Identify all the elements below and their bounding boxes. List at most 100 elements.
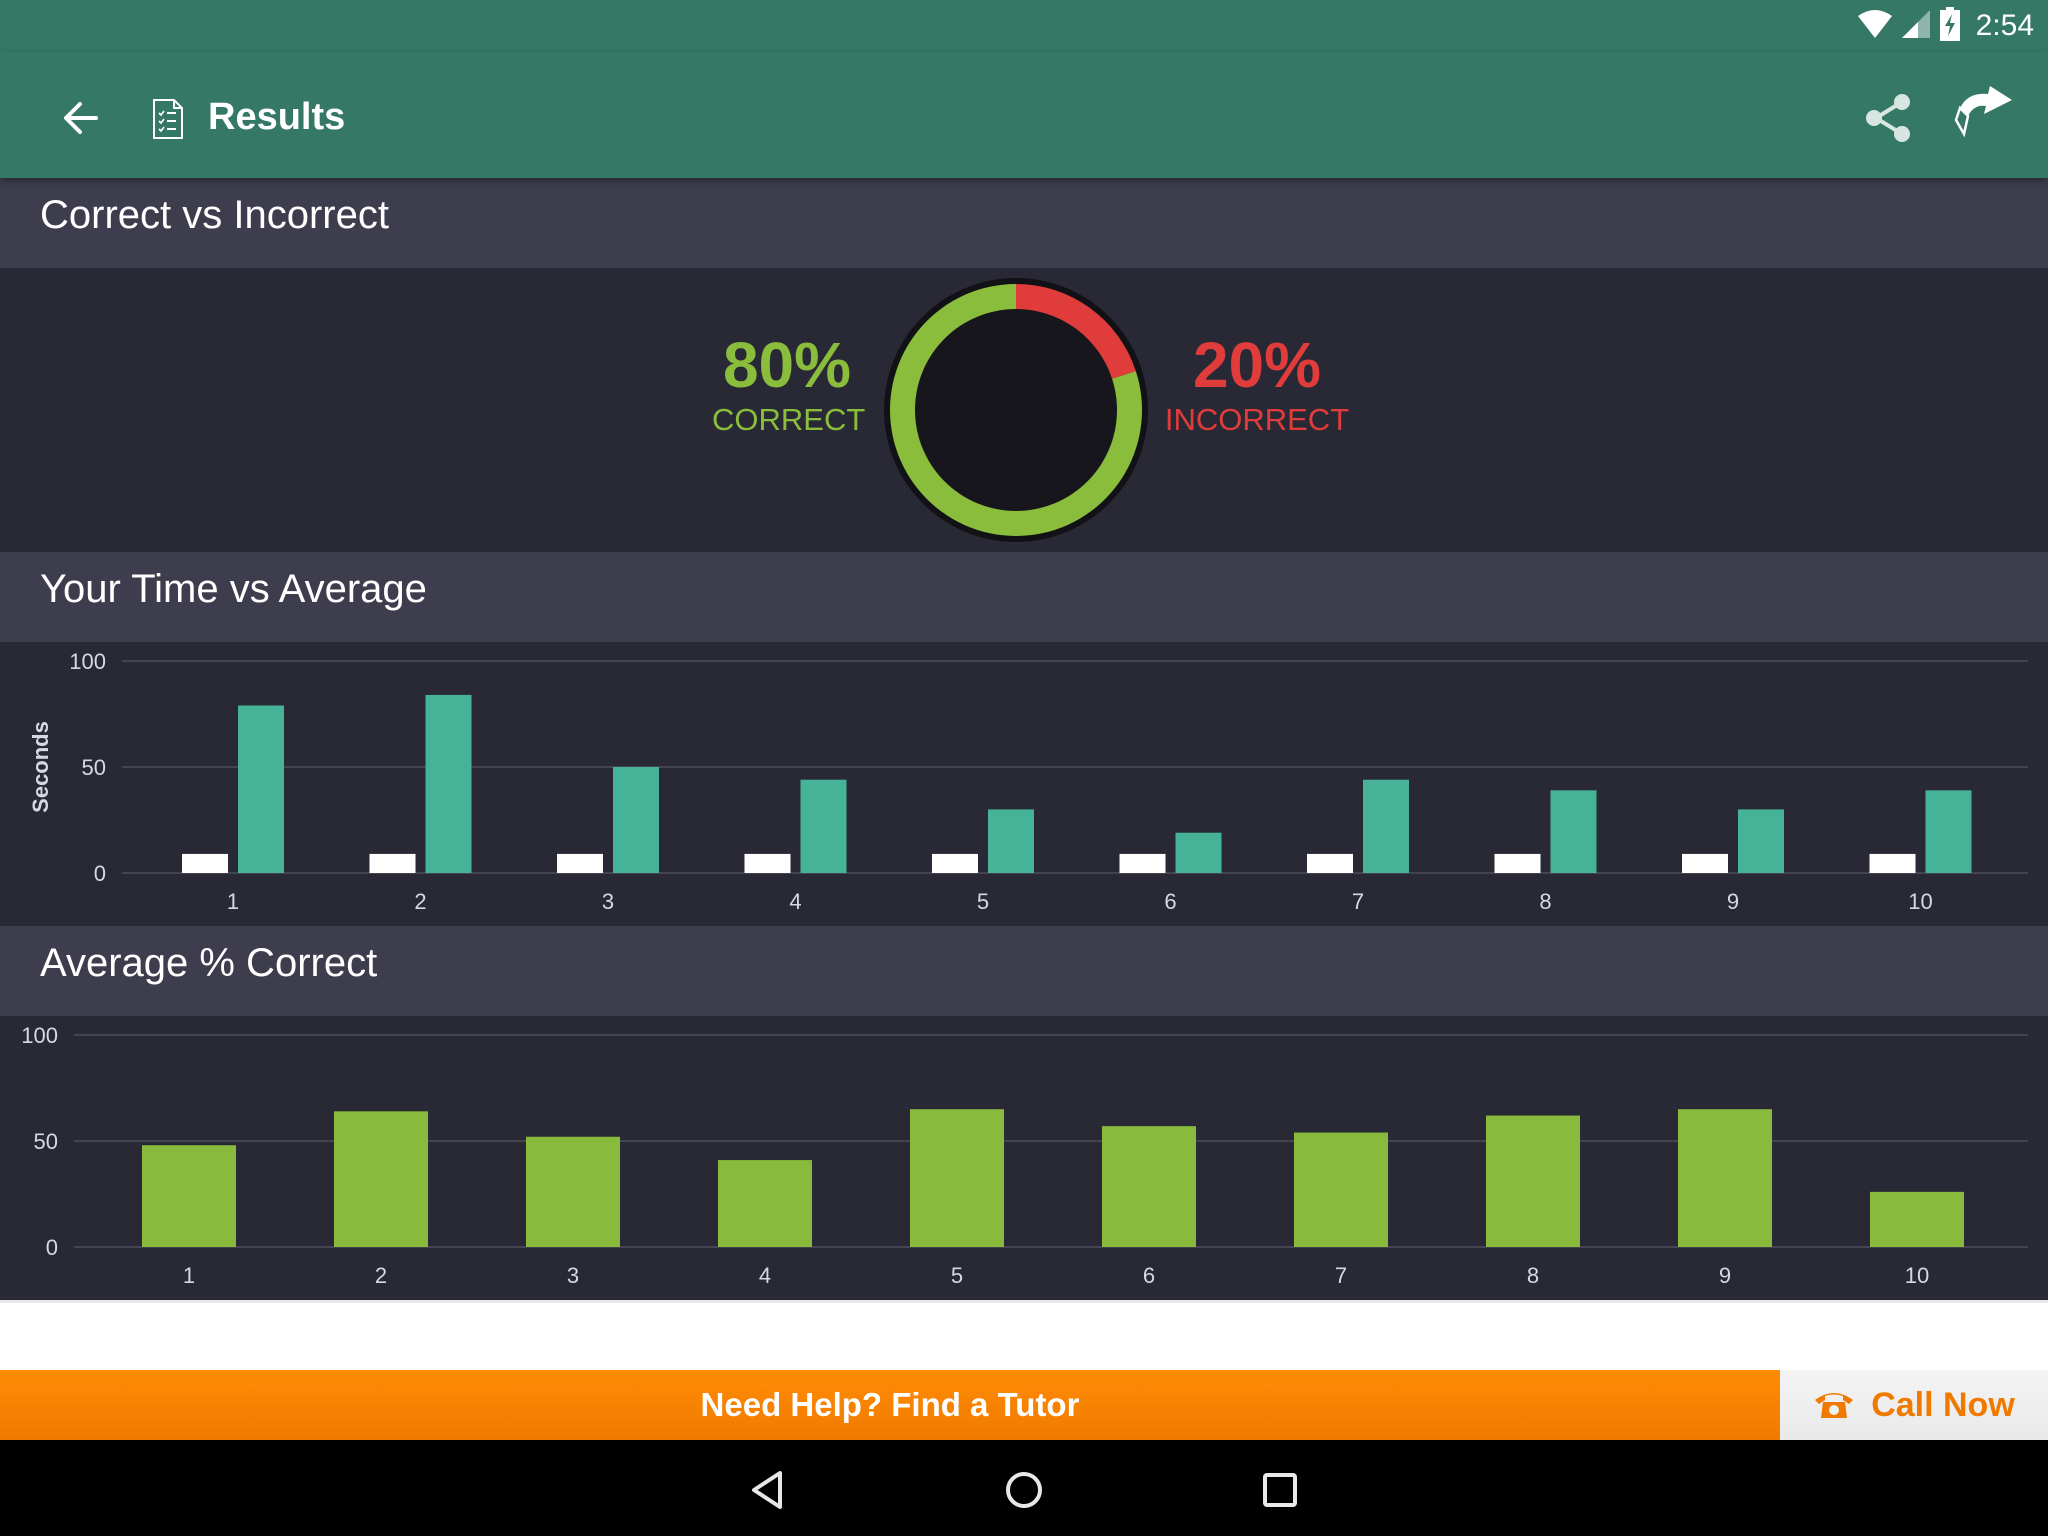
section-title: Average % Correct	[40, 941, 378, 985]
section-header-correct-vs-incorrect: Correct vs Incorrect	[0, 178, 2048, 268]
bar-your-time-7	[1307, 853, 1353, 873]
bar-your-time-5	[932, 853, 978, 873]
x-tick-label: 8	[1539, 889, 1551, 914]
phone-icon	[1815, 1393, 1854, 1418]
bar-average-6	[1175, 832, 1222, 873]
bar-average-4	[800, 779, 847, 873]
nav-home-button[interactable]	[994, 1462, 1054, 1518]
bar-average-2	[425, 694, 472, 873]
correct-stat: 80% CORRECT	[712, 329, 866, 440]
y-tick-label: 100	[21, 1023, 58, 1048]
time-chart-panel: 0 50 100 Seconds 1 2 3 4 5 6 7 8 9 10	[0, 642, 2048, 926]
nav-recents-button[interactable]	[1250, 1462, 1310, 1518]
correct-label: CORRECT	[712, 402, 866, 437]
x-tick-label: 9	[1727, 889, 1739, 914]
back-arrow-icon	[64, 102, 98, 134]
forward-arrow-icon	[1954, 86, 2012, 138]
bar-average-3	[613, 767, 659, 873]
document-checklist-icon	[152, 98, 184, 140]
bar-5	[910, 1109, 1004, 1247]
correct-percent: 80%	[722, 329, 852, 401]
back-button[interactable]	[52, 90, 108, 146]
x-tick-label: 8	[1527, 1263, 1539, 1288]
app-root: 2:54 Results Correct vs Incorrect 80% CO…	[0, 0, 2048, 1536]
status-bar: 2:54	[0, 0, 2048, 52]
x-tick-label: 3	[602, 889, 614, 914]
bar-10	[1870, 1191, 1964, 1247]
y-tick-label: 50	[34, 1129, 58, 1154]
status-time: 2:54	[1975, 9, 2034, 42]
donut-chart	[882, 276, 1150, 544]
time-vs-average-chart: 0 50 100 Seconds 1 2 3 4 5 6 7 8 9 10	[28, 649, 2028, 914]
page-title: Results	[208, 96, 346, 138]
toolbar: Results	[0, 52, 2048, 178]
incorrect-label: INCORRECT	[1164, 402, 1350, 437]
x-tick-label: 6	[1143, 1263, 1155, 1288]
y-axis-label: Seconds	[28, 721, 53, 813]
bar-8	[1486, 1115, 1580, 1247]
battery-charging-icon	[1939, 6, 1960, 46]
nav-back-icon	[752, 1471, 782, 1509]
find-tutor-button[interactable]: Need Help? Find a Tutor	[0, 1370, 1780, 1440]
bar-your-time-9	[1682, 853, 1728, 873]
bar-your-time-1	[182, 853, 228, 873]
x-tick-label: 4	[759, 1263, 771, 1288]
nav-home-icon	[1006, 1472, 1042, 1508]
x-tick-label: 1	[183, 1263, 195, 1288]
bar-average-7	[1363, 779, 1409, 873]
share-button[interactable]	[1858, 88, 1918, 148]
system-nav-bar	[0, 1440, 2048, 1536]
x-tick-label: 3	[567, 1263, 579, 1288]
y-tick-label: 100	[69, 649, 106, 674]
bar-2	[334, 1111, 428, 1247]
bar-6	[1102, 1126, 1196, 1247]
incorrect-percent: 20%	[1192, 329, 1322, 401]
donut-hole	[915, 309, 1117, 511]
call-now-label: Call Now	[1871, 1385, 2015, 1424]
bar-your-time-8	[1494, 853, 1541, 873]
bar-1	[142, 1145, 236, 1247]
average-correct-chart: 0 50 100 1 2 3 4 5 6 7 8 9 10	[21, 1023, 2028, 1288]
bar-average-1	[238, 705, 284, 873]
share-icon	[1866, 94, 1910, 142]
x-tick-label: 10	[1908, 889, 1932, 914]
content-spacer	[0, 1300, 2048, 1370]
bar-3	[526, 1136, 620, 1247]
x-tick-label: 4	[789, 889, 801, 914]
bar-average-5	[988, 809, 1034, 873]
bar-average-9	[1738, 809, 1784, 873]
cell-signal-icon	[1901, 9, 1930, 43]
section-header-average-correct: Average % Correct	[0, 926, 2048, 1016]
y-tick-label: 0	[94, 861, 106, 886]
x-tick-label: 2	[414, 889, 426, 914]
nav-back-button[interactable]	[738, 1462, 798, 1518]
forward-button[interactable]	[1950, 82, 2018, 152]
bar-your-time-2	[369, 853, 416, 873]
bar-4	[718, 1160, 812, 1247]
x-tick-label: 9	[1719, 1263, 1731, 1288]
section-header-time-vs-average: Your Time vs Average	[0, 552, 2048, 642]
bar-your-time-4	[744, 853, 791, 873]
find-tutor-label: Need Help? Find a Tutor	[700, 1386, 1080, 1423]
x-tick-label: 10	[1905, 1263, 1929, 1288]
wifi-icon	[1857, 9, 1892, 43]
x-tick-label: 2	[375, 1263, 387, 1288]
x-tick-label: 5	[977, 889, 989, 914]
incorrect-stat: 20% INCORRECT	[1164, 330, 1350, 440]
bar-your-time-6	[1119, 853, 1166, 873]
y-tick-label: 0	[46, 1235, 58, 1260]
status-icons: 2:54	[1857, 6, 2034, 46]
bar-your-time-10	[1869, 853, 1916, 873]
bar-average-8	[1550, 790, 1597, 873]
y-tick-label: 50	[82, 755, 106, 780]
bar-7	[1294, 1132, 1388, 1247]
section-title: Correct vs Incorrect	[40, 193, 389, 237]
x-tick-label: 7	[1352, 889, 1364, 914]
call-now-button[interactable]: Call Now	[1780, 1370, 2048, 1440]
avg-chart-panel: 0 50 100 1 2 3 4 5 6 7 8 9 10	[0, 1016, 2048, 1300]
bar-average-10	[1925, 790, 1972, 873]
bar-your-time-3	[557, 853, 603, 873]
section-title: Your Time vs Average	[40, 567, 427, 611]
nav-recents-icon	[1263, 1473, 1297, 1507]
x-tick-label: 7	[1335, 1263, 1347, 1288]
